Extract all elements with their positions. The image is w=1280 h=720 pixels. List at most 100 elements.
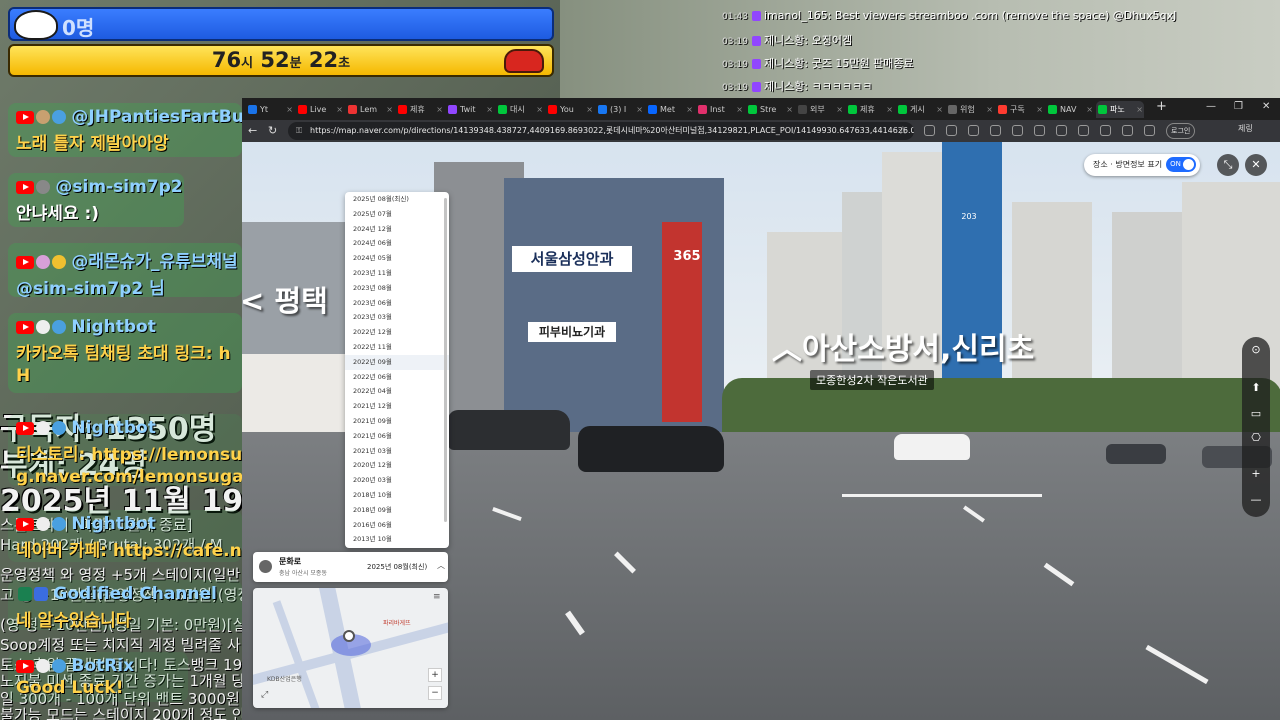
extension-icon[interactable] — [1012, 125, 1023, 136]
compass-icon[interactable]: ⊙ — [1242, 343, 1270, 356]
date-option[interactable]: 2022년 12월 — [345, 325, 449, 340]
maximize-button[interactable]: ❐ — [1234, 101, 1243, 112]
tab-close-icon[interactable]: × — [586, 101, 593, 118]
extension-icon[interactable] — [924, 125, 935, 136]
browser-tab[interactable]: 파노 × — [1096, 101, 1144, 118]
location-date[interactable]: 2025년 08월(최신) — [367, 562, 427, 572]
place-label[interactable]: 모종한성2차 작은도서관 — [810, 370, 934, 390]
extension-icon[interactable] — [968, 125, 979, 136]
tab-close-icon[interactable]: × — [1036, 101, 1043, 118]
tab-close-icon[interactable]: × — [336, 101, 343, 118]
extension-icon[interactable] — [1034, 125, 1045, 136]
date-option[interactable]: 2018년 10월 — [345, 488, 449, 503]
location-panel[interactable]: 문화로 충남 아산시 모종동 2025년 08월(최신) ︿ — [253, 552, 448, 582]
direction-label[interactable]: ︿아산소방서,신리초 — [772, 324, 1034, 368]
zoom-in-button[interactable]: + — [1242, 467, 1270, 480]
browser-tab[interactable]: 대시 × — [496, 101, 544, 118]
browser-tab[interactable]: 게시 × — [896, 101, 944, 118]
new-tab-button[interactable]: + — [1156, 99, 1167, 114]
date-option[interactable]: 2022년 11월 — [345, 340, 449, 355]
date-option[interactable]: 2023년 06월 — [345, 296, 449, 311]
layer-icon[interactable]: ▭ — [1242, 407, 1270, 420]
login-button[interactable]: 로그인 — [1166, 123, 1196, 139]
zoom-in-button[interactable]: + — [428, 668, 442, 682]
tab-close-icon[interactable]: × — [436, 101, 443, 118]
date-option[interactable]: 2021년 06월 — [345, 429, 449, 444]
extension-icon[interactable] — [946, 125, 957, 136]
tab-close-icon[interactable]: × — [636, 101, 643, 118]
tab-close-icon[interactable]: × — [286, 101, 293, 118]
extension-icon[interactable] — [1056, 125, 1067, 136]
place-info-toggle[interactable]: 장소 · 방면정보 표기 ON — [1084, 154, 1201, 176]
date-option[interactable]: 2022년 04월 — [345, 384, 449, 399]
tab-close-icon[interactable]: × — [936, 101, 943, 118]
browser-tab[interactable]: 제휴 × — [846, 101, 894, 118]
browser-tab[interactable]: (3) I × — [596, 101, 644, 118]
tab-close-icon[interactable]: × — [386, 101, 393, 118]
profile-button[interactable]: 제링 — [1238, 123, 1253, 134]
scrollbar[interactable] — [444, 198, 447, 522]
date-option[interactable]: 2013년 10월 — [345, 532, 449, 547]
date-option[interactable]: 2024년 06월 — [345, 236, 449, 251]
tab-close-icon[interactable]: × — [786, 101, 793, 118]
reload-button[interactable]: ↻ — [268, 124, 277, 137]
browser-tab[interactable]: Inst × — [696, 101, 744, 118]
date-option[interactable]: 2021년 12월 — [345, 399, 449, 414]
date-option[interactable]: 2022년 09월 — [345, 354, 449, 370]
zoom-out-button[interactable]: — — [1242, 493, 1270, 506]
date-option[interactable]: 2018년 09월 — [345, 503, 449, 518]
date-option[interactable]: 2016년 06월 — [345, 518, 449, 533]
extension-icon[interactable] — [1144, 125, 1155, 136]
browser-tab[interactable]: Live × — [296, 101, 344, 118]
extension-icon[interactable] — [990, 125, 1001, 136]
star-icon[interactable]: ☆ — [898, 124, 908, 137]
back-button[interactable]: ← — [248, 124, 257, 137]
tab-close-icon[interactable]: × — [486, 101, 493, 118]
layers-icon[interactable]: ≡ — [433, 592, 441, 602]
shrink-icon[interactable]: ⤡ — [1217, 154, 1239, 176]
date-option[interactable]: 2025년 07월 — [345, 207, 449, 222]
browser-tab[interactable]: Met × — [646, 101, 694, 118]
extension-icon[interactable] — [1122, 125, 1133, 136]
toggle-switch[interactable]: ON — [1166, 157, 1197, 172]
close-window-button[interactable]: ✕ — [1262, 101, 1270, 112]
navigate-icon[interactable]: ⬆ — [1242, 381, 1270, 394]
minimize-button[interactable]: — — [1206, 101, 1216, 112]
date-option[interactable]: 2020년 03월 — [345, 473, 449, 488]
share-icon[interactable]: ⎔ — [1242, 431, 1270, 444]
tab-close-icon[interactable]: × — [736, 101, 743, 118]
browser-tab[interactable]: 외부 × — [796, 101, 844, 118]
zoom-out-button[interactable]: − — [428, 686, 442, 700]
browser-tab[interactable]: 제휴 × — [396, 101, 444, 118]
browser-tab[interactable]: Stre × — [746, 101, 794, 118]
date-option[interactable]: 2021년 03월 — [345, 444, 449, 459]
date-option[interactable]: 2023년 11월 — [345, 266, 449, 281]
tab-close-icon[interactable]: × — [836, 101, 843, 118]
browser-tab[interactable]: 위험 × — [946, 101, 994, 118]
date-option[interactable]: 2025년 08월(최신) — [345, 192, 449, 207]
date-option[interactable]: 2022년 06월 — [345, 370, 449, 385]
extension-icon[interactable] — [1078, 125, 1089, 136]
date-dropdown[interactable]: 2025년 08월(최신) 2025년 07월 2024년 12월 2024년 06월… — [345, 192, 449, 548]
date-option[interactable]: 2023년 03월 — [345, 310, 449, 325]
url-field[interactable]: ⚿ https://map.naver.com/p/directions/141… — [288, 122, 914, 140]
browser-tab[interactable]: 구독 × — [996, 101, 1044, 118]
browser-tab[interactable]: Yt × — [246, 101, 294, 118]
browser-tab[interactable]: You × — [546, 101, 594, 118]
date-option[interactable]: 2024년 05월 — [345, 251, 449, 266]
tab-close-icon[interactable]: × — [536, 101, 543, 118]
date-option[interactable]: 2024년 12월 — [345, 222, 449, 237]
expand-icon[interactable]: ⤢ — [261, 690, 268, 700]
tab-close-icon[interactable]: × — [986, 101, 993, 118]
date-option[interactable]: 2021년 09월 — [345, 414, 449, 429]
street-view[interactable]: 서울삼성안과 피부비뇨기과 365 203 < 평택 ︿아산소방서,신리초 모종… — [242, 142, 1280, 720]
date-option[interactable]: 2020년 12월 — [345, 458, 449, 473]
close-icon[interactable]: ✕ — [1245, 154, 1267, 176]
browser-tab[interactable]: Lem × — [346, 101, 394, 118]
minimap[interactable]: 파리바게뜨 KDB산업은행 + − ⤢ ≡ — [253, 588, 448, 708]
browser-tab[interactable]: NAV × — [1046, 101, 1094, 118]
tab-close-icon[interactable]: × — [1086, 101, 1093, 118]
tab-close-icon[interactable]: × — [686, 101, 693, 118]
extension-icon[interactable] — [1100, 125, 1111, 136]
date-option[interactable]: 2023년 08월 — [345, 281, 449, 296]
